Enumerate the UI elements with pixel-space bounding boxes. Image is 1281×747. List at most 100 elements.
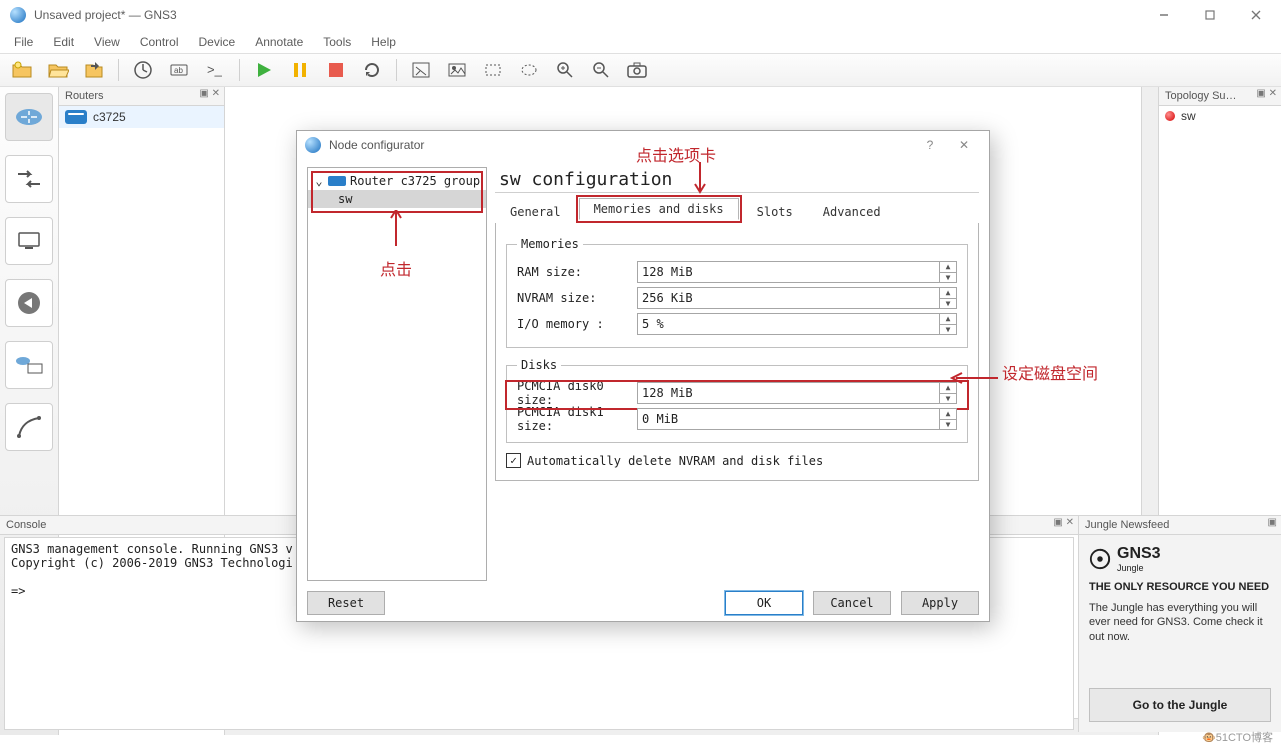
close-button[interactable]: [1233, 0, 1279, 30]
disk0-input[interactable]: 128 MiB ▲▼: [637, 382, 957, 404]
dialog-close-button[interactable]: ✕: [947, 138, 981, 152]
insert-image-icon[interactable]: [441, 55, 473, 85]
draw-ellipse-icon[interactable]: [513, 55, 545, 85]
start-all-icon[interactable]: [248, 55, 280, 85]
jungle-logo: GNS3 Jungle: [1089, 545, 1271, 573]
io-label: I/O memory :: [517, 317, 637, 331]
spin-down-icon[interactable]: ▼: [940, 273, 956, 283]
tab-page-memories: Memories RAM size: 128 MiB▲▼ NVRAM size:…: [495, 223, 979, 481]
device-end-devices-icon[interactable]: [5, 217, 53, 265]
spin-up-icon[interactable]: ▲: [940, 262, 956, 273]
disk0-value: 128 MiB: [642, 386, 693, 400]
routers-panel-controls[interactable]: ▣ ✕: [199, 88, 220, 99]
ram-input[interactable]: 128 MiB ▲▼: [637, 261, 957, 283]
pause-all-icon[interactable]: [284, 55, 316, 85]
spin-down-icon[interactable]: ▼: [940, 394, 956, 404]
device-switches-icon[interactable]: [5, 155, 53, 203]
spin-up-icon[interactable]: ▲: [940, 288, 956, 299]
console-title: Console: [6, 519, 46, 531]
config-pane: sw configuration General Memories and di…: [495, 167, 979, 581]
new-project-icon[interactable]: [6, 55, 38, 85]
menu-file[interactable]: File: [6, 33, 41, 51]
disk0-label: PCMCIA disk0 size:: [517, 379, 637, 407]
disk1-value: 0 MiB: [642, 412, 678, 426]
jungle-button[interactable]: Go to the Jungle: [1089, 688, 1271, 722]
apply-button[interactable]: Apply: [901, 591, 979, 615]
node-tree[interactable]: ⌄ Router c3725 group sw: [307, 167, 487, 581]
device-all-icon[interactable]: [5, 341, 53, 389]
config-pane-title: sw configuration: [495, 167, 979, 193]
auto-delete-row[interactable]: ✓ Automatically delete NVRAM and disk fi…: [506, 453, 968, 468]
zoom-out-icon[interactable]: [585, 55, 617, 85]
io-value: 5 %: [642, 317, 664, 331]
memories-legend: Memories: [517, 237, 583, 251]
reload-all-icon[interactable]: [356, 55, 388, 85]
spin-down-icon[interactable]: ▼: [940, 420, 956, 430]
topology-panel-header: Topology Su… ▣ ✕: [1159, 87, 1281, 106]
menu-device[interactable]: Device: [191, 33, 244, 51]
app-icon: [10, 7, 26, 23]
annotate-text-icon[interactable]: [405, 55, 437, 85]
menu-control[interactable]: Control: [132, 33, 187, 51]
nvram-label: NVRAM size:: [517, 291, 637, 305]
ram-value: 128 MiB: [642, 265, 693, 279]
toolbar: ab >_: [0, 53, 1281, 87]
menu-edit[interactable]: Edit: [45, 33, 82, 51]
snapshot-icon[interactable]: [127, 55, 159, 85]
router-icon: [65, 110, 87, 124]
tab-slots[interactable]: Slots: [742, 201, 808, 223]
add-link-icon[interactable]: [5, 403, 53, 451]
menu-view[interactable]: View: [86, 33, 128, 51]
dialog-help-button[interactable]: ?: [913, 138, 947, 152]
menu-tools[interactable]: Tools: [315, 33, 359, 51]
auto-delete-label: Automatically delete NVRAM and disk file…: [527, 454, 823, 468]
ram-label: RAM size:: [517, 265, 637, 279]
spin-down-icon[interactable]: ▼: [940, 299, 956, 309]
menu-help[interactable]: Help: [363, 33, 404, 51]
router-template-item[interactable]: c3725: [59, 106, 224, 128]
open-project-icon[interactable]: [42, 55, 74, 85]
spin-up-icon[interactable]: ▲: [940, 314, 956, 325]
tab-general[interactable]: General: [495, 201, 576, 223]
nvram-input[interactable]: 256 KiB▲▼: [637, 287, 957, 309]
spin-down-icon[interactable]: ▼: [940, 325, 956, 335]
stop-all-icon[interactable]: [320, 55, 352, 85]
zoom-in-icon[interactable]: [549, 55, 581, 85]
jungle-brand-sub: Jungle: [1117, 563, 1161, 573]
screenshot-icon[interactable]: [621, 55, 653, 85]
dialog-title: Node configurator: [329, 138, 424, 152]
titlebar: Unsaved project* — GNS3: [0, 0, 1281, 31]
tab-memories[interactable]: Memories and disks: [579, 198, 739, 220]
jungle-panel: Jungle Newsfeed ▣ GNS3 Jungle THE ONLY R…: [1078, 516, 1281, 732]
jungle-body: The Jungle has everything you will ever …: [1089, 601, 1271, 644]
jungle-brand: GNS3: [1117, 545, 1161, 563]
io-input[interactable]: 5 % ▲▼: [637, 313, 957, 335]
disk1-input[interactable]: 0 MiB ▲▼: [637, 408, 957, 430]
topology-node[interactable]: sw: [1159, 106, 1281, 126]
dialog-titlebar[interactable]: Node configurator ? ✕: [297, 131, 989, 159]
ok-button[interactable]: OK: [725, 591, 803, 615]
device-security-icon[interactable]: [5, 279, 53, 327]
spin-up-icon[interactable]: ▲: [940, 383, 956, 394]
maximize-button[interactable]: [1187, 0, 1233, 30]
draw-rect-icon[interactable]: [477, 55, 509, 85]
spin-up-icon[interactable]: ▲: [940, 409, 956, 420]
show-interface-labels-icon[interactable]: ab: [163, 55, 195, 85]
auto-delete-checkbox[interactable]: ✓: [506, 453, 521, 468]
reset-button[interactable]: Reset: [307, 591, 385, 615]
topology-panel-controls[interactable]: ▣ ✕: [1256, 88, 1277, 99]
menu-annotate[interactable]: Annotate: [247, 33, 311, 51]
window-title: Unsaved project* — GNS3: [34, 8, 177, 22]
tab-advanced[interactable]: Advanced: [808, 201, 896, 223]
console-controls[interactable]: ▣ ✕: [1053, 517, 1074, 528]
annotation-tree-highlight: [311, 171, 483, 213]
topology-node-label: sw: [1181, 109, 1196, 123]
topology-panel-title: Topology Su…: [1165, 90, 1237, 102]
minimize-button[interactable]: [1141, 0, 1187, 30]
jungle-controls[interactable]: ▣: [1268, 517, 1277, 528]
console-icon[interactable]: >_: [199, 55, 231, 85]
save-project-icon[interactable]: [78, 55, 110, 85]
memories-group: Memories RAM size: 128 MiB▲▼ NVRAM size:…: [506, 237, 968, 348]
cancel-button[interactable]: Cancel: [813, 591, 891, 615]
device-routers-icon[interactable]: [5, 93, 53, 141]
